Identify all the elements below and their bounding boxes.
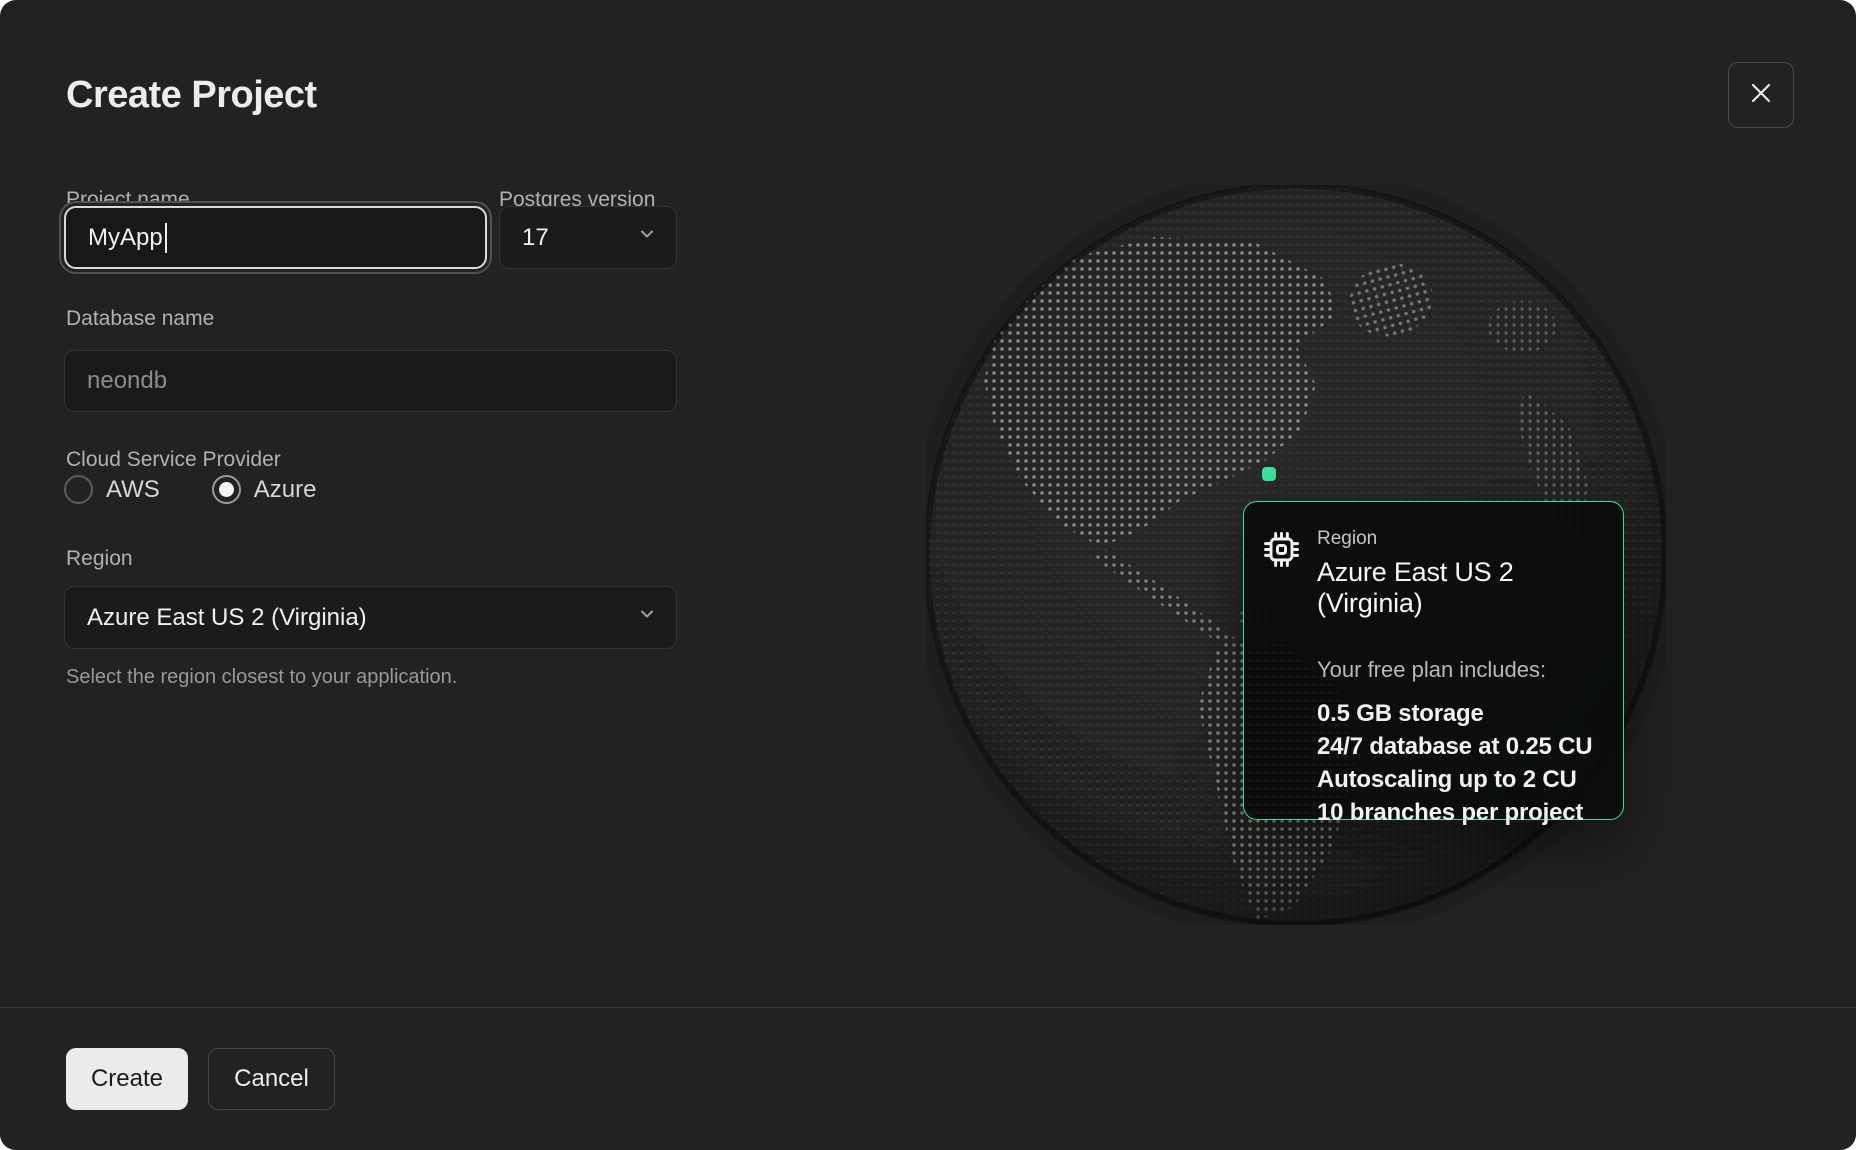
plan-feature: 10 branches per project [1317, 796, 1599, 829]
region-marker[interactable] [1262, 467, 1276, 481]
plan-heading: Your free plan includes: [1317, 657, 1599, 683]
database-name-input[interactable]: neondb [64, 350, 677, 412]
cpu-chip-icon [1263, 531, 1300, 568]
radio-circle-selected [212, 475, 241, 504]
cloud-provider-radio-group: AWS Azure [64, 475, 316, 504]
database-name-placeholder: neondb [87, 367, 167, 395]
cancel-button[interactable]: Cancel [208, 1048, 335, 1110]
plan-feature: 0.5 GB storage [1317, 697, 1599, 730]
project-name-input[interactable]: MyApp [64, 206, 487, 269]
plan-feature: Autoscaling up to 2 CU [1317, 763, 1599, 796]
database-name-label: Database name [66, 307, 214, 331]
cloud-provider-label: Cloud Service Provider [66, 448, 281, 472]
tooltip-region-label: Region [1317, 528, 1599, 550]
chevron-down-icon [636, 223, 658, 252]
page-title: Create Project [66, 74, 317, 117]
plan-feature: 24/7 database at 0.25 CU [1317, 730, 1599, 763]
region-helper-text: Select the region closest to your applic… [66, 666, 457, 689]
radio-label-aws: AWS [106, 476, 160, 504]
create-button[interactable]: Create [66, 1048, 188, 1110]
postgres-version-select[interactable]: 17 [499, 206, 677, 269]
region-tooltip-card: Region Azure East US 2 (Virginia) Your f… [1243, 501, 1624, 820]
create-project-dialog: Create Project Project name MyApp Postgr… [0, 0, 1856, 1150]
region-value: Azure East US 2 (Virginia) [87, 604, 367, 632]
tooltip-region-name: Azure East US 2 (Virginia) [1317, 557, 1599, 619]
radio-circle-unselected [64, 475, 93, 504]
chevron-down-icon [636, 603, 658, 632]
radio-dot [219, 482, 234, 497]
text-caret [165, 223, 167, 253]
dialog-footer: Create Cancel [0, 1007, 1856, 1150]
close-icon [1747, 79, 1775, 112]
postgres-version-value: 17 [522, 224, 549, 252]
region-label: Region [66, 547, 133, 571]
close-button[interactable] [1728, 62, 1794, 128]
radio-label-azure: Azure [254, 476, 317, 504]
region-card-header: Region Azure East US 2 (Virginia) [1263, 528, 1599, 619]
plan-feature-list: 0.5 GB storage 24/7 database at 0.25 CU … [1317, 697, 1599, 829]
radio-option-aws[interactable]: AWS [64, 475, 160, 504]
project-name-value: MyApp [88, 224, 163, 252]
radio-option-azure[interactable]: Azure [212, 475, 317, 504]
region-select[interactable]: Azure East US 2 (Virginia) [64, 586, 677, 649]
